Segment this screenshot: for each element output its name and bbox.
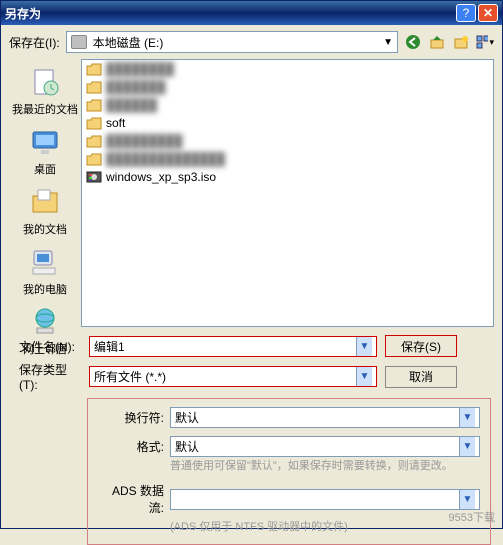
- nav-icons: ▾: [404, 33, 494, 51]
- chevron-down-icon: ▼: [459, 490, 475, 509]
- folder-icon: [86, 62, 102, 76]
- file-name: ██████: [106, 98, 157, 112]
- sidebar-item-mycomputer[interactable]: 我的电脑: [23, 245, 67, 297]
- main-area: 我最近的文档 桌面 我的文档 我的电脑 网上邻居 ███████████████…: [1, 59, 502, 327]
- file-item[interactable]: soft: [82, 114, 493, 132]
- ads-hint: (ADS 仅用于 NTFS 驱动器中的文件): [170, 520, 480, 535]
- back-icon[interactable]: [404, 33, 422, 51]
- filename-input[interactable]: 编辑1▼: [89, 336, 377, 357]
- filetype-label: 保存类型(T):: [19, 361, 81, 392]
- file-item[interactable]: ███████: [82, 78, 493, 96]
- chevron-down-icon: ▼: [356, 337, 372, 356]
- chevron-down-icon: ▼: [459, 408, 475, 427]
- places-bar: 我最近的文档 桌面 我的文档 我的电脑 网上邻居: [9, 59, 81, 327]
- file-name: ██████████████: [106, 152, 225, 166]
- folder-icon: [86, 98, 102, 112]
- close-button[interactable]: ✕: [478, 4, 498, 22]
- view-menu-icon[interactable]: ▾: [476, 33, 494, 51]
- filename-row-group: 文件名(N): 编辑1▼ 保存(S) 保存类型(T): 所有文件 (*.*)▼ …: [1, 327, 502, 392]
- sidebar-item-mydocs[interactable]: 我的文档: [23, 185, 67, 237]
- file-item[interactable]: █████████: [82, 132, 493, 150]
- help-button[interactable]: ?: [456, 4, 476, 22]
- file-item[interactable]: ██████: [82, 96, 493, 114]
- recent-documents-icon: [28, 65, 62, 99]
- network-icon: [28, 305, 62, 339]
- save-button[interactable]: 保存(S): [385, 335, 457, 357]
- chevron-down-icon: ▼: [383, 37, 393, 48]
- file-name: windows_xp_sp3.iso: [106, 170, 216, 184]
- ads-label: ADS 数据流:: [98, 482, 164, 516]
- window-title: 另存为: [5, 5, 454, 22]
- my-computer-icon: [28, 245, 62, 279]
- filetype-dropdown[interactable]: 所有文件 (*.*)▼: [89, 366, 377, 387]
- file-item[interactable]: ██████████████: [82, 150, 493, 168]
- titlebar: 另存为 ? ✕: [1, 1, 502, 25]
- folder-icon: [86, 116, 102, 130]
- watermark: 9553下载: [449, 509, 495, 525]
- location-text: 本地磁盘 (E:): [93, 34, 164, 51]
- file-list[interactable]: █████████████████████soft███████████████…: [81, 59, 494, 327]
- my-documents-icon: [28, 185, 62, 219]
- ads-dropdown[interactable]: ▼: [170, 489, 480, 510]
- file-name: ████████: [106, 62, 174, 76]
- format-label: 格式:: [98, 438, 164, 455]
- file-name: █████████: [106, 134, 183, 148]
- linebreak-label: 换行符:: [98, 409, 164, 426]
- new-folder-icon[interactable]: [452, 33, 470, 51]
- location-dropdown[interactable]: 本地磁盘 (E:) ▼: [66, 31, 398, 53]
- file-item[interactable]: windows_xp_sp3.iso: [82, 168, 493, 186]
- linebreak-dropdown[interactable]: 默认▼: [170, 407, 480, 428]
- desktop-icon: [28, 125, 62, 159]
- folder-icon: [86, 152, 102, 166]
- toolbar: 保存在(I): 本地磁盘 (E:) ▼ ▾: [1, 25, 502, 59]
- format-hint: 普通使用可保留"默认"，如果保存时需要转换，则请更改。: [170, 459, 459, 474]
- up-one-level-icon[interactable]: [428, 33, 446, 51]
- format-dropdown[interactable]: 默认▼: [170, 436, 480, 457]
- file-name: ███████: [106, 80, 166, 94]
- folder-icon: [86, 134, 102, 148]
- iso-file-icon: [86, 170, 102, 184]
- sidebar-item-desktop[interactable]: 桌面: [28, 125, 62, 177]
- cancel-button[interactable]: 取消: [385, 366, 457, 388]
- chevron-down-icon: ▼: [356, 367, 372, 386]
- extra-options-panel: 换行符: 默认▼ 格式: 默认▼ 普通使用可保留"默认"，如果保存时需要转换，则…: [87, 398, 491, 545]
- folder-icon: [86, 80, 102, 94]
- filename-label: 文件名(N):: [19, 338, 81, 355]
- drive-icon: [71, 35, 87, 49]
- file-item[interactable]: ████████: [82, 60, 493, 78]
- save-in-label: 保存在(I):: [9, 34, 60, 51]
- file-name: soft: [106, 116, 125, 130]
- sidebar-item-recent[interactable]: 我最近的文档: [12, 65, 78, 117]
- chevron-down-icon: ▼: [459, 437, 475, 456]
